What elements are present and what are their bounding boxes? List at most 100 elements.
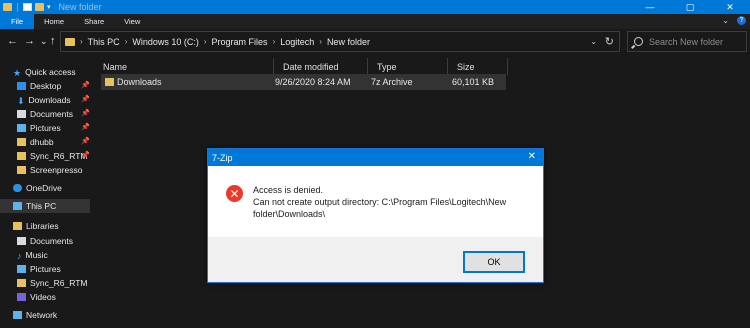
up-button[interactable]: ↑ bbox=[50, 35, 56, 47]
sidebar-item-downloads[interactable]: ⬇ Downloads 📌 bbox=[17, 93, 92, 107]
pin-icon[interactable]: 📌 bbox=[81, 123, 90, 131]
sidebar-item-lib-sync-r6-rtm[interactable]: Sync_R6_RTM bbox=[17, 276, 87, 290]
properties-icon[interactable] bbox=[23, 3, 32, 11]
documents-icon bbox=[17, 237, 26, 245]
forward-button[interactable]: → bbox=[24, 35, 35, 47]
refresh-icon[interactable]: ↻ bbox=[605, 35, 614, 48]
network-icon bbox=[13, 311, 22, 319]
window-title: New folder bbox=[58, 2, 102, 12]
sidebar-item-sync-r6-rtm[interactable]: Sync_R6_RTM 📌 bbox=[17, 149, 92, 163]
sidebar-item-label: Downloads bbox=[28, 95, 71, 105]
pin-icon[interactable]: 📌 bbox=[81, 95, 90, 103]
sidebar-item-label: Network bbox=[26, 310, 58, 320]
sidebar-item-label: Screenpresso bbox=[30, 165, 83, 175]
search-box[interactable]: Search New folder bbox=[627, 31, 747, 52]
sidebar-item-label: dhubb bbox=[30, 137, 54, 147]
dialog-title: 7-Zip bbox=[212, 152, 233, 163]
maximize-button[interactable]: ▢ bbox=[670, 0, 710, 14]
sidebar-item-quick-access[interactable]: ★ Quick access bbox=[13, 65, 76, 79]
sidebar-item-label: Sync_R6_RTM bbox=[30, 278, 88, 288]
computer-icon bbox=[13, 202, 22, 210]
search-icon bbox=[634, 37, 643, 46]
error-message-line-3: folder\Downloads\ bbox=[253, 209, 326, 219]
address-dropdown-icon[interactable]: ⌄ bbox=[590, 37, 597, 46]
sidebar-item-label: Music bbox=[25, 250, 48, 260]
tab-view[interactable]: View bbox=[114, 14, 150, 29]
recent-locations-button[interactable]: ⌄ bbox=[40, 35, 48, 47]
table-row[interactable]: Downloads 9/26/2020 8:24 AM 7z Archive 6… bbox=[101, 74, 506, 90]
sidebar-item-onedrive[interactable]: OneDrive bbox=[13, 181, 62, 195]
chevron-right-icon[interactable]: › bbox=[80, 37, 83, 46]
libraries-icon bbox=[13, 222, 22, 230]
sidebar-item-lib-documents[interactable]: Documents bbox=[17, 234, 73, 248]
sidebar-item-dhubb[interactable]: dhubb 📌 bbox=[17, 135, 92, 149]
dialog-body: ✕ Access is denied. Can not create outpu… bbox=[208, 166, 543, 237]
folder-icon bbox=[3, 3, 12, 11]
chevron-down-icon[interactable]: ▾ bbox=[47, 3, 51, 11]
sidebar-item-label: OneDrive bbox=[26, 183, 62, 193]
sidebar-item-libraries[interactable]: Libraries bbox=[13, 219, 59, 233]
title-bar: ▾ New folder — ▢ ✕ bbox=[0, 0, 750, 14]
chevron-right-icon[interactable]: › bbox=[204, 37, 207, 46]
column-header-date-modified[interactable]: Date modified bbox=[274, 58, 368, 75]
tab-home[interactable]: Home bbox=[34, 14, 74, 29]
folder-icon bbox=[17, 166, 26, 174]
navigation-pane: ★ Quick access Desktop 📌 ⬇ Downloads 📌 D… bbox=[0, 56, 92, 328]
tab-share[interactable]: Share bbox=[74, 14, 114, 29]
tab-file[interactable]: File bbox=[0, 14, 35, 29]
new-folder-icon[interactable] bbox=[35, 3, 44, 11]
sidebar-item-lib-pictures[interactable]: Pictures bbox=[17, 262, 61, 276]
ok-button[interactable]: OK bbox=[463, 251, 525, 273]
folder-icon bbox=[17, 279, 26, 287]
sidebar-item-label: Quick access bbox=[25, 67, 76, 77]
expand-ribbon-icon[interactable]: ⌄ bbox=[722, 16, 729, 25]
breadcrumb-new-folder[interactable]: New folder bbox=[327, 37, 370, 47]
breadcrumb-program-files[interactable]: Program Files bbox=[212, 37, 268, 47]
column-header-size[interactable]: Size bbox=[448, 58, 508, 75]
sidebar-item-documents[interactable]: Documents 📌 bbox=[17, 107, 92, 121]
sidebar-item-this-pc[interactable]: This PC bbox=[0, 199, 90, 213]
chevron-right-icon[interactable]: › bbox=[125, 37, 128, 46]
sidebar-item-label: Documents bbox=[30, 236, 73, 246]
pin-icon[interactable]: 📌 bbox=[81, 81, 90, 89]
sidebar-item-label: Pictures bbox=[30, 123, 61, 133]
documents-icon bbox=[17, 110, 26, 118]
pin-icon[interactable]: 📌 bbox=[81, 151, 90, 159]
minimize-button[interactable]: — bbox=[630, 0, 670, 14]
file-type: 7z Archive bbox=[371, 77, 413, 87]
folder-icon bbox=[17, 138, 26, 146]
sidebar-item-desktop[interactable]: Desktop 📌 bbox=[17, 79, 92, 93]
sidebar-item-label: Sync_R6_RTM bbox=[30, 151, 88, 161]
quick-access-toolbar: ▾ bbox=[3, 2, 51, 12]
address-bar[interactable]: › This PC › Windows 10 (C:) › Program Fi… bbox=[60, 31, 620, 52]
close-window-button[interactable]: ✕ bbox=[710, 0, 750, 14]
sidebar-item-label: Documents bbox=[30, 109, 73, 119]
pin-icon[interactable]: 📌 bbox=[81, 109, 90, 117]
cloud-icon bbox=[13, 184, 22, 192]
help-icon[interactable]: ? bbox=[737, 16, 746, 25]
column-header-name[interactable]: Name bbox=[94, 58, 274, 75]
sidebar-item-pictures[interactable]: Pictures 📌 bbox=[17, 121, 92, 135]
sidebar-item-screenpresso[interactable]: Screenpresso bbox=[17, 163, 82, 177]
archive-folder-icon bbox=[105, 78, 114, 86]
window-controls: — ▢ ✕ bbox=[630, 0, 750, 14]
chevron-right-icon[interactable]: › bbox=[319, 37, 322, 46]
breadcrumb-windows-drive[interactable]: Windows 10 (C:) bbox=[132, 37, 199, 47]
sidebar-item-videos[interactable]: Videos bbox=[17, 290, 56, 304]
chevron-right-icon[interactable]: › bbox=[273, 37, 276, 46]
breadcrumb-this-pc[interactable]: This PC bbox=[88, 37, 120, 47]
toolbar-divider bbox=[17, 2, 18, 12]
back-button[interactable]: ← bbox=[7, 35, 18, 47]
address-row: ← → ⌄ ↑ › This PC › Windows 10 (C:) › Pr… bbox=[0, 29, 750, 54]
sidebar-item-music[interactable]: ♪ Music bbox=[17, 248, 48, 262]
file-date-modified: 9/26/2020 8:24 AM bbox=[275, 77, 351, 87]
breadcrumb-logitech[interactable]: Logitech bbox=[280, 37, 314, 47]
pin-icon[interactable]: 📌 bbox=[81, 137, 90, 145]
pictures-icon bbox=[17, 265, 26, 273]
music-icon: ♪ bbox=[17, 251, 22, 261]
error-message-line-1: Access is denied. bbox=[253, 185, 324, 195]
column-header-type[interactable]: Type bbox=[368, 58, 448, 75]
sidebar-item-network[interactable]: Network bbox=[13, 308, 57, 322]
ribbon-tabs: File Home Share View ⌄ ? bbox=[0, 14, 750, 29]
dialog-close-button[interactable]: ✕ bbox=[528, 151, 536, 162]
